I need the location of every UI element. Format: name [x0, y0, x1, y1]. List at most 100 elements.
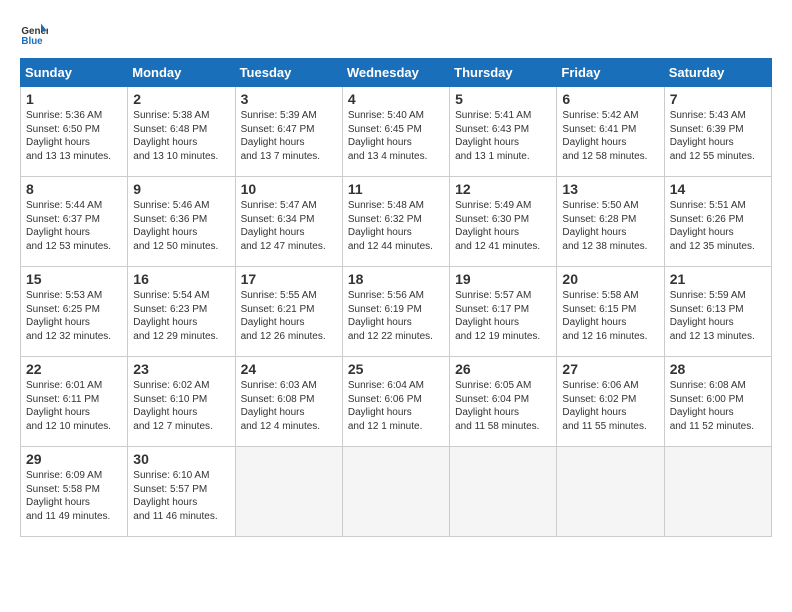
calendar-cell: 30 Sunrise: 6:10 AM Sunset: 5:57 PM Dayl… [128, 447, 235, 537]
cell-details: Sunrise: 6:02 AM Sunset: 6:10 PM Dayligh… [133, 379, 229, 433]
cell-details: Sunrise: 5:43 AM Sunset: 6:39 PM Dayligh… [670, 109, 766, 163]
cell-details: Sunrise: 6:04 AM Sunset: 6:06 PM Dayligh… [348, 379, 444, 433]
weekday-header: Monday [128, 59, 235, 87]
day-number: 8 [26, 181, 122, 197]
cell-details: Sunrise: 5:46 AM Sunset: 6:36 PM Dayligh… [133, 199, 229, 253]
calendar-cell [450, 447, 557, 537]
day-number: 24 [241, 361, 337, 377]
calendar-table: SundayMondayTuesdayWednesdayThursdayFrid… [20, 58, 772, 537]
cell-details: Sunrise: 5:55 AM Sunset: 6:21 PM Dayligh… [241, 289, 337, 343]
day-number: 19 [455, 271, 551, 287]
cell-details: Sunrise: 5:56 AM Sunset: 6:19 PM Dayligh… [348, 289, 444, 343]
cell-details: Sunrise: 5:42 AM Sunset: 6:41 PM Dayligh… [562, 109, 658, 163]
day-number: 12 [455, 181, 551, 197]
calendar-cell: 6 Sunrise: 5:42 AM Sunset: 6:41 PM Dayli… [557, 87, 664, 177]
calendar-cell: 13 Sunrise: 5:50 AM Sunset: 6:28 PM Dayl… [557, 177, 664, 267]
svg-text:Blue: Blue [21, 36, 43, 47]
calendar-cell [557, 447, 664, 537]
calendar-cell: 26 Sunrise: 6:05 AM Sunset: 6:04 PM Dayl… [450, 357, 557, 447]
calendar-cell: 3 Sunrise: 5:39 AM Sunset: 6:47 PM Dayli… [235, 87, 342, 177]
weekday-header: Wednesday [342, 59, 449, 87]
weekday-header: Thursday [450, 59, 557, 87]
cell-details: Sunrise: 5:48 AM Sunset: 6:32 PM Dayligh… [348, 199, 444, 253]
page-header: General Blue [20, 20, 772, 48]
day-number: 10 [241, 181, 337, 197]
calendar-cell [664, 447, 771, 537]
calendar-cell: 24 Sunrise: 6:03 AM Sunset: 6:08 PM Dayl… [235, 357, 342, 447]
calendar-cell: 4 Sunrise: 5:40 AM Sunset: 6:45 PM Dayli… [342, 87, 449, 177]
cell-details: Sunrise: 5:38 AM Sunset: 6:48 PM Dayligh… [133, 109, 229, 163]
calendar-cell: 1 Sunrise: 5:36 AM Sunset: 6:50 PM Dayli… [21, 87, 128, 177]
day-number: 9 [133, 181, 229, 197]
cell-details: Sunrise: 6:01 AM Sunset: 6:11 PM Dayligh… [26, 379, 122, 433]
calendar-cell: 29 Sunrise: 6:09 AM Sunset: 5:58 PM Dayl… [21, 447, 128, 537]
day-number: 30 [133, 451, 229, 467]
day-number: 11 [348, 181, 444, 197]
calendar-cell: 17 Sunrise: 5:55 AM Sunset: 6:21 PM Dayl… [235, 267, 342, 357]
cell-details: Sunrise: 5:50 AM Sunset: 6:28 PM Dayligh… [562, 199, 658, 253]
calendar-cell: 28 Sunrise: 6:08 AM Sunset: 6:00 PM Dayl… [664, 357, 771, 447]
calendar-cell: 20 Sunrise: 5:58 AM Sunset: 6:15 PM Dayl… [557, 267, 664, 357]
weekday-header: Friday [557, 59, 664, 87]
calendar-cell: 14 Sunrise: 5:51 AM Sunset: 6:26 PM Dayl… [664, 177, 771, 267]
logo: General Blue [20, 20, 52, 48]
day-number: 13 [562, 181, 658, 197]
day-number: 23 [133, 361, 229, 377]
cell-details: Sunrise: 5:41 AM Sunset: 6:43 PM Dayligh… [455, 109, 551, 163]
cell-details: Sunrise: 5:39 AM Sunset: 6:47 PM Dayligh… [241, 109, 337, 163]
day-number: 25 [348, 361, 444, 377]
day-number: 5 [455, 91, 551, 107]
calendar-cell: 10 Sunrise: 5:47 AM Sunset: 6:34 PM Dayl… [235, 177, 342, 267]
day-number: 26 [455, 361, 551, 377]
day-number: 7 [670, 91, 766, 107]
calendar-cell: 2 Sunrise: 5:38 AM Sunset: 6:48 PM Dayli… [128, 87, 235, 177]
day-number: 1 [26, 91, 122, 107]
day-number: 16 [133, 271, 229, 287]
calendar-cell: 9 Sunrise: 5:46 AM Sunset: 6:36 PM Dayli… [128, 177, 235, 267]
day-number: 21 [670, 271, 766, 287]
cell-details: Sunrise: 5:40 AM Sunset: 6:45 PM Dayligh… [348, 109, 444, 163]
cell-details: Sunrise: 5:47 AM Sunset: 6:34 PM Dayligh… [241, 199, 337, 253]
logo-icon: General Blue [20, 20, 48, 48]
day-number: 29 [26, 451, 122, 467]
cell-details: Sunrise: 6:08 AM Sunset: 6:00 PM Dayligh… [670, 379, 766, 433]
calendar-cell: 27 Sunrise: 6:06 AM Sunset: 6:02 PM Dayl… [557, 357, 664, 447]
day-number: 4 [348, 91, 444, 107]
calendar-cell: 12 Sunrise: 5:49 AM Sunset: 6:30 PM Dayl… [450, 177, 557, 267]
cell-details: Sunrise: 5:59 AM Sunset: 6:13 PM Dayligh… [670, 289, 766, 343]
day-number: 20 [562, 271, 658, 287]
day-number: 28 [670, 361, 766, 377]
cell-details: Sunrise: 6:03 AM Sunset: 6:08 PM Dayligh… [241, 379, 337, 433]
cell-details: Sunrise: 5:57 AM Sunset: 6:17 PM Dayligh… [455, 289, 551, 343]
weekday-header: Saturday [664, 59, 771, 87]
calendar-cell [342, 447, 449, 537]
cell-details: Sunrise: 6:05 AM Sunset: 6:04 PM Dayligh… [455, 379, 551, 433]
calendar-cell: 25 Sunrise: 6:04 AM Sunset: 6:06 PM Dayl… [342, 357, 449, 447]
cell-details: Sunrise: 6:09 AM Sunset: 5:58 PM Dayligh… [26, 469, 122, 523]
weekday-header: Sunday [21, 59, 128, 87]
calendar-cell: 19 Sunrise: 5:57 AM Sunset: 6:17 PM Dayl… [450, 267, 557, 357]
day-number: 18 [348, 271, 444, 287]
cell-details: Sunrise: 5:44 AM Sunset: 6:37 PM Dayligh… [26, 199, 122, 253]
calendar-cell: 5 Sunrise: 5:41 AM Sunset: 6:43 PM Dayli… [450, 87, 557, 177]
calendar-cell: 21 Sunrise: 5:59 AM Sunset: 6:13 PM Dayl… [664, 267, 771, 357]
cell-details: Sunrise: 5:53 AM Sunset: 6:25 PM Dayligh… [26, 289, 122, 343]
day-number: 15 [26, 271, 122, 287]
calendar-cell: 18 Sunrise: 5:56 AM Sunset: 6:19 PM Dayl… [342, 267, 449, 357]
calendar-cell: 8 Sunrise: 5:44 AM Sunset: 6:37 PM Dayli… [21, 177, 128, 267]
cell-details: Sunrise: 5:36 AM Sunset: 6:50 PM Dayligh… [26, 109, 122, 163]
cell-details: Sunrise: 5:58 AM Sunset: 6:15 PM Dayligh… [562, 289, 658, 343]
cell-details: Sunrise: 5:49 AM Sunset: 6:30 PM Dayligh… [455, 199, 551, 253]
day-number: 3 [241, 91, 337, 107]
cell-details: Sunrise: 5:54 AM Sunset: 6:23 PM Dayligh… [133, 289, 229, 343]
day-number: 22 [26, 361, 122, 377]
calendar-cell: 16 Sunrise: 5:54 AM Sunset: 6:23 PM Dayl… [128, 267, 235, 357]
weekday-header: Tuesday [235, 59, 342, 87]
cell-details: Sunrise: 6:10 AM Sunset: 5:57 PM Dayligh… [133, 469, 229, 523]
day-number: 2 [133, 91, 229, 107]
calendar-cell: 22 Sunrise: 6:01 AM Sunset: 6:11 PM Dayl… [21, 357, 128, 447]
calendar-cell: 15 Sunrise: 5:53 AM Sunset: 6:25 PM Dayl… [21, 267, 128, 357]
day-number: 6 [562, 91, 658, 107]
calendar-cell: 7 Sunrise: 5:43 AM Sunset: 6:39 PM Dayli… [664, 87, 771, 177]
calendar-cell [235, 447, 342, 537]
